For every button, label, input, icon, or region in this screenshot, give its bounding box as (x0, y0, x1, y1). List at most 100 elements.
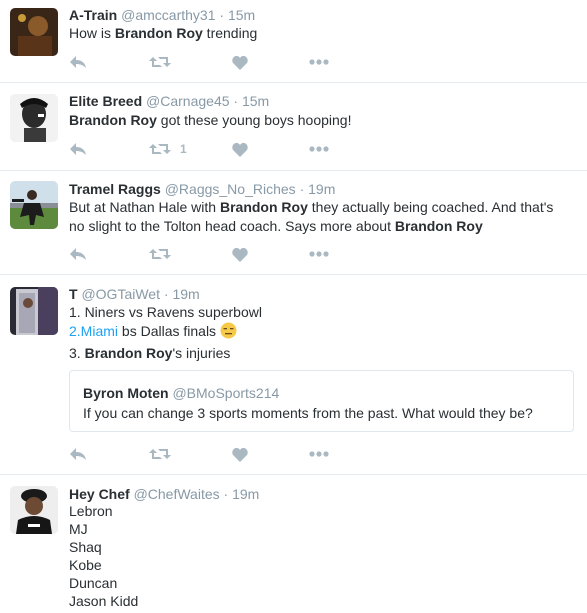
highlight-term: Brandon Roy (219, 199, 308, 215)
timestamp[interactable]: 19m (232, 486, 259, 502)
text-segment: How is (69, 25, 115, 41)
tweet-header: Hey Chef @ChefWaites · 19m (69, 485, 259, 503)
list-item: Kobe (69, 557, 102, 573)
retweet-count: 1 (180, 142, 187, 156)
retweet-icon (149, 57, 171, 67)
retweet-icon (149, 449, 171, 459)
display-name[interactable]: Tramel Raggs (69, 181, 161, 197)
text-segment: 3. (69, 345, 85, 361)
avatar[interactable] (10, 94, 58, 142)
timestamp[interactable]: 19m (172, 286, 199, 302)
avatar[interactable] (10, 181, 58, 229)
timestamp[interactable]: 15m (242, 93, 269, 109)
tweet-text: Brandon Roy got these young boys hooping… (69, 111, 574, 130)
avatar[interactable] (10, 287, 58, 335)
avatar-image (10, 486, 58, 534)
reply-button[interactable] (69, 245, 88, 263)
more-options-button[interactable] (309, 445, 329, 463)
heart-icon (232, 247, 248, 262)
tweet[interactable]: Hey Chef @ChefWaites · 19m Lebron MJ Sha… (0, 475, 587, 613)
separator-dot: · (219, 7, 225, 23)
list-item: MJ (69, 521, 88, 537)
reply-button[interactable] (69, 140, 88, 158)
separator-dot: · (163, 286, 169, 302)
list-item: Jason Kidd (69, 593, 139, 609)
text-segment: bs Dallas finals (118, 323, 220, 339)
heart-icon (232, 55, 248, 70)
avatar-image (10, 8, 58, 56)
user-handle[interactable]: @Raggs_No_Riches (165, 181, 296, 197)
display-name[interactable]: T (69, 286, 78, 302)
text-line: But at Nathan Hale with Brandon Roy they… (69, 198, 574, 217)
heart-icon (232, 447, 248, 462)
more-dots-icon (309, 251, 329, 257)
text-segment: 's injuries (172, 345, 231, 361)
user-handle[interactable]: @amccarthy31 (121, 7, 215, 23)
quoted-display-name: Byron Moten (83, 385, 169, 401)
like-button[interactable] (232, 140, 254, 158)
user-handle[interactable]: @Carnage45 (146, 93, 230, 109)
like-button[interactable] (232, 445, 254, 463)
tweet-text: How is Brandon Roy trending (69, 24, 574, 43)
timestamp[interactable]: 15m (228, 7, 255, 23)
tweet[interactable]: A-Train @amccarthy31 · 15m How is Brando… (0, 0, 587, 83)
reply-button[interactable] (69, 445, 88, 463)
tweet-text: 1. Niners vs Ravens superbowl 2.Miami bs… (69, 303, 574, 363)
text-line: no slight to the Tolton head coach. Says… (69, 217, 574, 236)
more-options-button[interactable] (309, 140, 329, 158)
text-line: 1. Niners vs Ravens superbowl (69, 304, 262, 320)
quoted-tweet-text: If you can change 3 sports moments from … (83, 405, 533, 421)
quoted-tweet[interactable]: Byron Moten @BMoSports214 If you can cha… (69, 370, 574, 432)
reply-icon (70, 143, 86, 155)
tweet[interactable]: Tramel Raggs @Raggs_No_Riches · 19m But … (0, 171, 587, 275)
tweet-header: T @OGTaiWet · 19m (69, 285, 200, 303)
avatar-image (10, 181, 58, 229)
like-button[interactable] (232, 245, 254, 263)
retweet-button[interactable] (149, 53, 177, 71)
text-segment: they actually being coached. And that's (307, 199, 554, 215)
retweet-button[interactable] (149, 445, 177, 463)
retweet-button[interactable] (149, 245, 177, 263)
avatar-image (10, 287, 58, 335)
tweet-text: But at Nathan Hale with Brandon Roy they… (69, 198, 574, 236)
highlight-term: Brandon Roy (69, 112, 157, 128)
list-item: Lebron (69, 503, 113, 519)
timestamp[interactable]: 19m (308, 181, 335, 197)
display-name[interactable]: A-Train (69, 7, 117, 23)
like-button[interactable] (232, 53, 254, 71)
tweet[interactable]: T @OGTaiWet · 19m 1. Niners vs Ravens su… (0, 275, 587, 475)
display-name[interactable]: Elite Breed (69, 93, 142, 109)
more-dots-icon (309, 59, 329, 65)
text-segment: trending (202, 25, 258, 41)
user-handle[interactable]: @OGTaiWet (81, 286, 160, 302)
reply-icon (70, 448, 86, 460)
expressionless-emoji-icon (220, 322, 237, 344)
retweet-icon (149, 144, 171, 154)
highlight-term: Brandon Roy (114, 25, 203, 41)
retweet-button[interactable]: 1 (149, 140, 187, 158)
tweet-header: Tramel Raggs @Raggs_No_Riches · 19m (69, 180, 335, 198)
list-item: Duncan (69, 575, 118, 591)
more-options-button[interactable] (309, 53, 329, 71)
reply-icon (70, 56, 86, 68)
avatar[interactable] (10, 8, 58, 56)
text-segment: But at Nathan Hale with (69, 199, 220, 215)
tweet-header: A-Train @amccarthy31 · 15m (69, 6, 255, 24)
highlight-term: Brandon Roy (84, 345, 173, 361)
tweet-header: Elite Breed @Carnage45 · 15m (69, 92, 269, 110)
more-options-button[interactable] (309, 245, 329, 263)
text-segment: no slight to the Tolton head coach. Says… (69, 218, 395, 234)
display-name[interactable]: Hey Chef (69, 486, 130, 502)
reply-icon (70, 248, 86, 260)
list-item: Shaq (69, 539, 102, 555)
separator-dot: · (233, 93, 239, 109)
text-segment: got these young boys hooping! (156, 112, 352, 128)
user-handle[interactable]: @ChefWaites (134, 486, 220, 502)
tweet-text: Lebron MJ Shaq Kobe Duncan Jason Kidd (69, 502, 574, 610)
link[interactable]: 2.Miami (69, 323, 118, 339)
tweet[interactable]: Elite Breed @Carnage45 · 15m Brandon Roy… (0, 83, 587, 171)
avatar[interactable] (10, 486, 58, 534)
separator-dot: · (299, 181, 305, 197)
reply-button[interactable] (69, 53, 88, 71)
separator-dot: · (223, 486, 229, 502)
